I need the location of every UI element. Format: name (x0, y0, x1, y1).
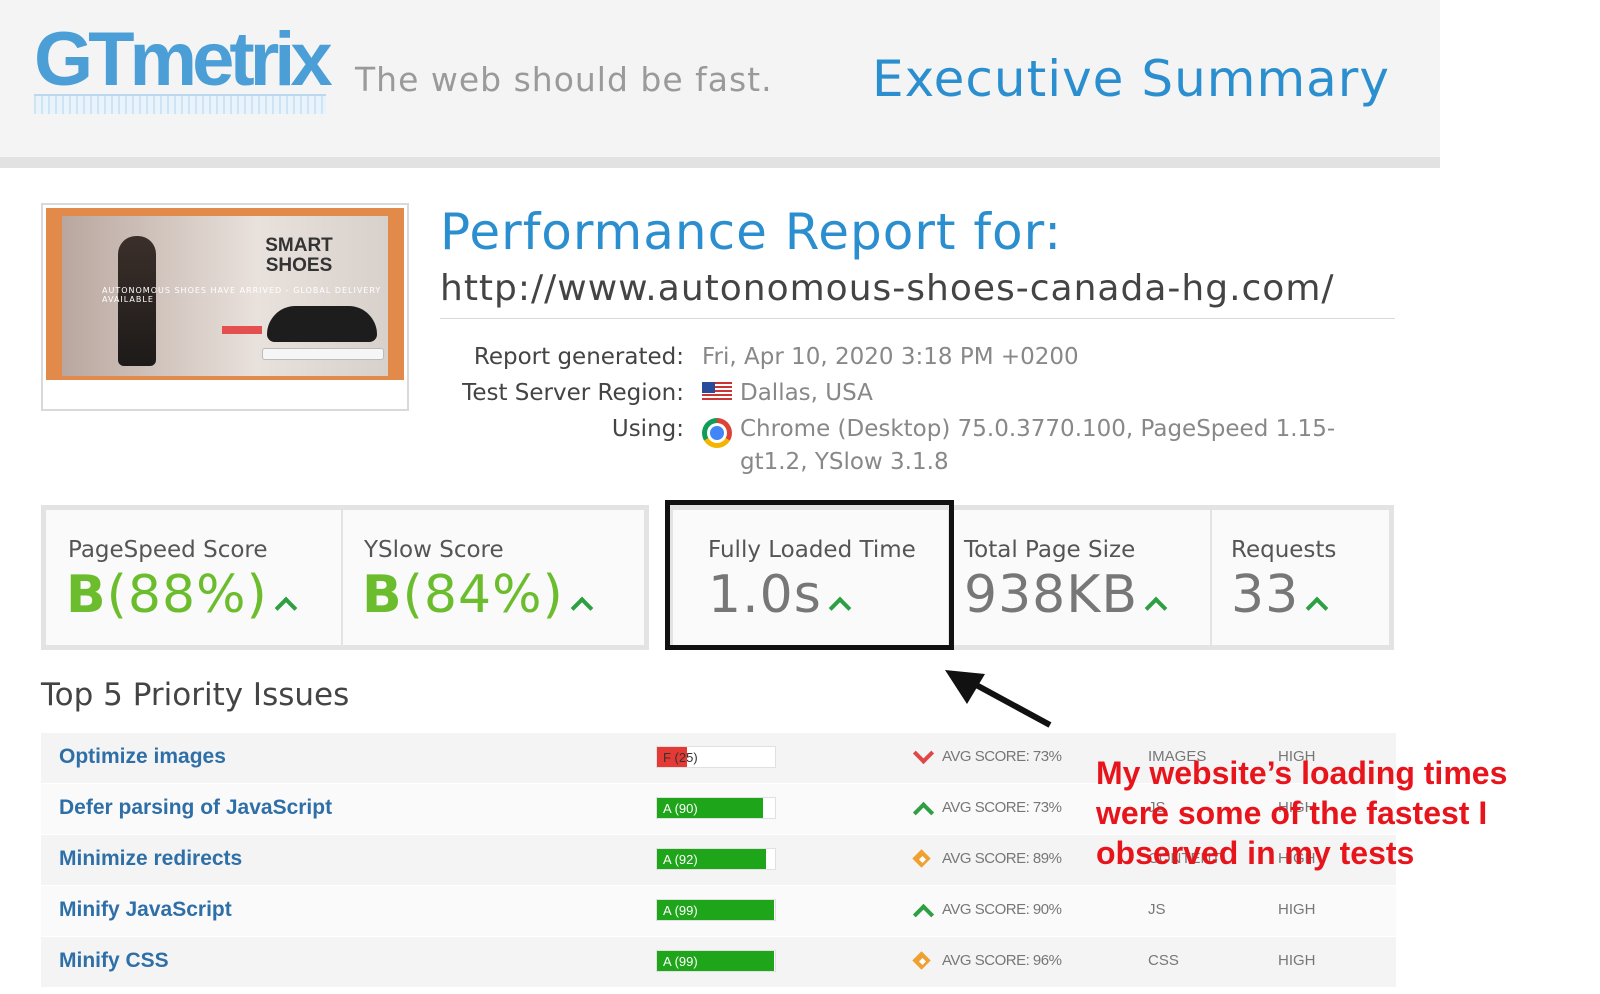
chrome-icon (702, 418, 732, 448)
avg-score: AVG SCORE: 96% (942, 952, 1062, 969)
issue-name-link[interactable]: Defer parsing of JavaScript (59, 796, 332, 820)
avg-score: AVG SCORE: 73% (942, 799, 1062, 816)
test-server-region-value: Dallas, USA (740, 380, 873, 406)
score-bar-label: A (92) (663, 852, 698, 867)
yslow-percent: (84%) (402, 565, 564, 625)
requests-label: Requests (1231, 537, 1337, 563)
score-bar-label: F (25) (663, 750, 698, 765)
shoe-image (267, 306, 377, 342)
page-title: Executive Summary (872, 50, 1390, 108)
us-flag-icon (702, 382, 732, 402)
total-page-size-value[interactable]: 938KB (964, 565, 1168, 625)
test-server-region-label: Test Server Region: (462, 380, 684, 406)
trend-up-icon (570, 596, 594, 620)
report-header: GTmetrix The web should be fast. Executi… (0, 0, 1440, 168)
pagespeed-score-value[interactable]: B(88%) (66, 565, 298, 625)
trend-up-icon (1144, 596, 1168, 620)
issue-name-link[interactable]: Minify CSS (59, 949, 169, 973)
annotation-arrow (945, 670, 1052, 728)
thumbnail-image: SMART SHOES AUTONOMOUS SHOES HAVE ARRIVE… (46, 208, 404, 380)
trend-diamond-icon (913, 850, 931, 868)
using-value-line-1: Chrome (Desktop) 75.0.3770.100, PageSpee… (740, 416, 1336, 442)
table-row[interactable]: Minify JavaScript A (99) AVG SCORE: 90% JS H… (41, 886, 1396, 937)
issue-category: JS (1148, 901, 1166, 918)
thumbnail-photo: SMART SHOES AUTONOMOUS SHOES HAVE ARRIVE… (62, 216, 388, 376)
report-generated-label: Report generated: (473, 344, 684, 370)
report-url[interactable]: http://www.autonomous-shoes-canada-hg.co… (440, 268, 1335, 309)
score-bar: A (99) (656, 950, 776, 972)
grade-scores-panel: PageSpeed Score B(88%) YSlow Score B(84%… (41, 505, 649, 650)
issue-priority: HIGH (1278, 952, 1316, 969)
issue-name-link[interactable]: Optimize images (59, 745, 226, 769)
score-bar-label: A (99) (663, 903, 698, 918)
yslow-score-label: YSlow Score (364, 537, 504, 563)
score-bar: A (90) (656, 797, 776, 819)
annotation-note: My website’s loading times were some of … (1096, 755, 1508, 871)
divider (1210, 510, 1212, 645)
score-bar-label: A (99) (663, 954, 698, 969)
pagespeed-grade: B (66, 565, 107, 625)
total-page-size-text: 938KB (964, 565, 1139, 625)
score-bar: F (25) (656, 746, 776, 768)
pagespeed-score-label: PageSpeed Score (68, 537, 268, 563)
requests-text: 33 (1231, 565, 1300, 625)
shoe-plate (262, 348, 384, 360)
pagespeed-percent: (88%) (106, 565, 268, 625)
issue-name-link[interactable]: Minify JavaScript (59, 898, 232, 922)
trend-up-icon (1305, 596, 1329, 620)
avg-score: AVG SCORE: 73% (942, 748, 1062, 765)
using-label: Using: (611, 416, 684, 442)
divider (341, 510, 343, 645)
avg-score: AVG SCORE: 90% (942, 901, 1062, 918)
divider (440, 318, 1395, 319)
report-heading: Performance Report for: (440, 203, 1063, 261)
site-screenshot-thumbnail[interactable]: SMART SHOES AUTONOMOUS SHOES HAVE ARRIVE… (41, 203, 409, 411)
logo-ruler-decoration (34, 94, 326, 114)
issue-priority: HIGH (1278, 901, 1316, 918)
score-bar: A (92) (656, 848, 776, 870)
avg-score: AVG SCORE: 89% (942, 850, 1062, 867)
section-title: Top 5 Priority Issues (41, 677, 350, 713)
thumbnail-title: SMART SHOES (265, 235, 333, 276)
requests-value[interactable]: 33 (1231, 565, 1329, 625)
issue-category: CSS (1148, 952, 1179, 969)
gtmetrix-logo[interactable]: GTmetrix (34, 22, 333, 98)
issue-name-link[interactable]: Minimize redirects (59, 847, 242, 871)
highlight-box (665, 500, 954, 650)
score-bar-label: A (90) (663, 801, 698, 816)
trend-diamond-icon (913, 952, 931, 970)
total-page-size-label: Total Page Size (964, 537, 1136, 563)
using-value-line-2: gt1.2, YSlow 3.1.8 (740, 449, 949, 475)
trend-down-icon (913, 748, 931, 766)
thumbnail-subtitle: AUTONOMOUS SHOES HAVE ARRIVED - GLOBAL D… (102, 286, 382, 304)
report-generated-value: Fri, Apr 10, 2020 3:18 PM +0200 (702, 344, 1079, 370)
table-row[interactable]: Minify CSS A (99) AVG SCORE: 96% CSS HIGH (41, 937, 1396, 988)
thumbnail-cta-button (222, 326, 262, 334)
score-bar: A (99) (656, 899, 776, 921)
trend-up-icon (274, 596, 298, 620)
tagline: The web should be fast. (355, 60, 773, 99)
trend-up-icon (913, 901, 931, 919)
trend-up-icon (913, 799, 931, 817)
yslow-score-value[interactable]: B(84%) (362, 565, 594, 625)
yslow-grade: B (362, 565, 403, 625)
